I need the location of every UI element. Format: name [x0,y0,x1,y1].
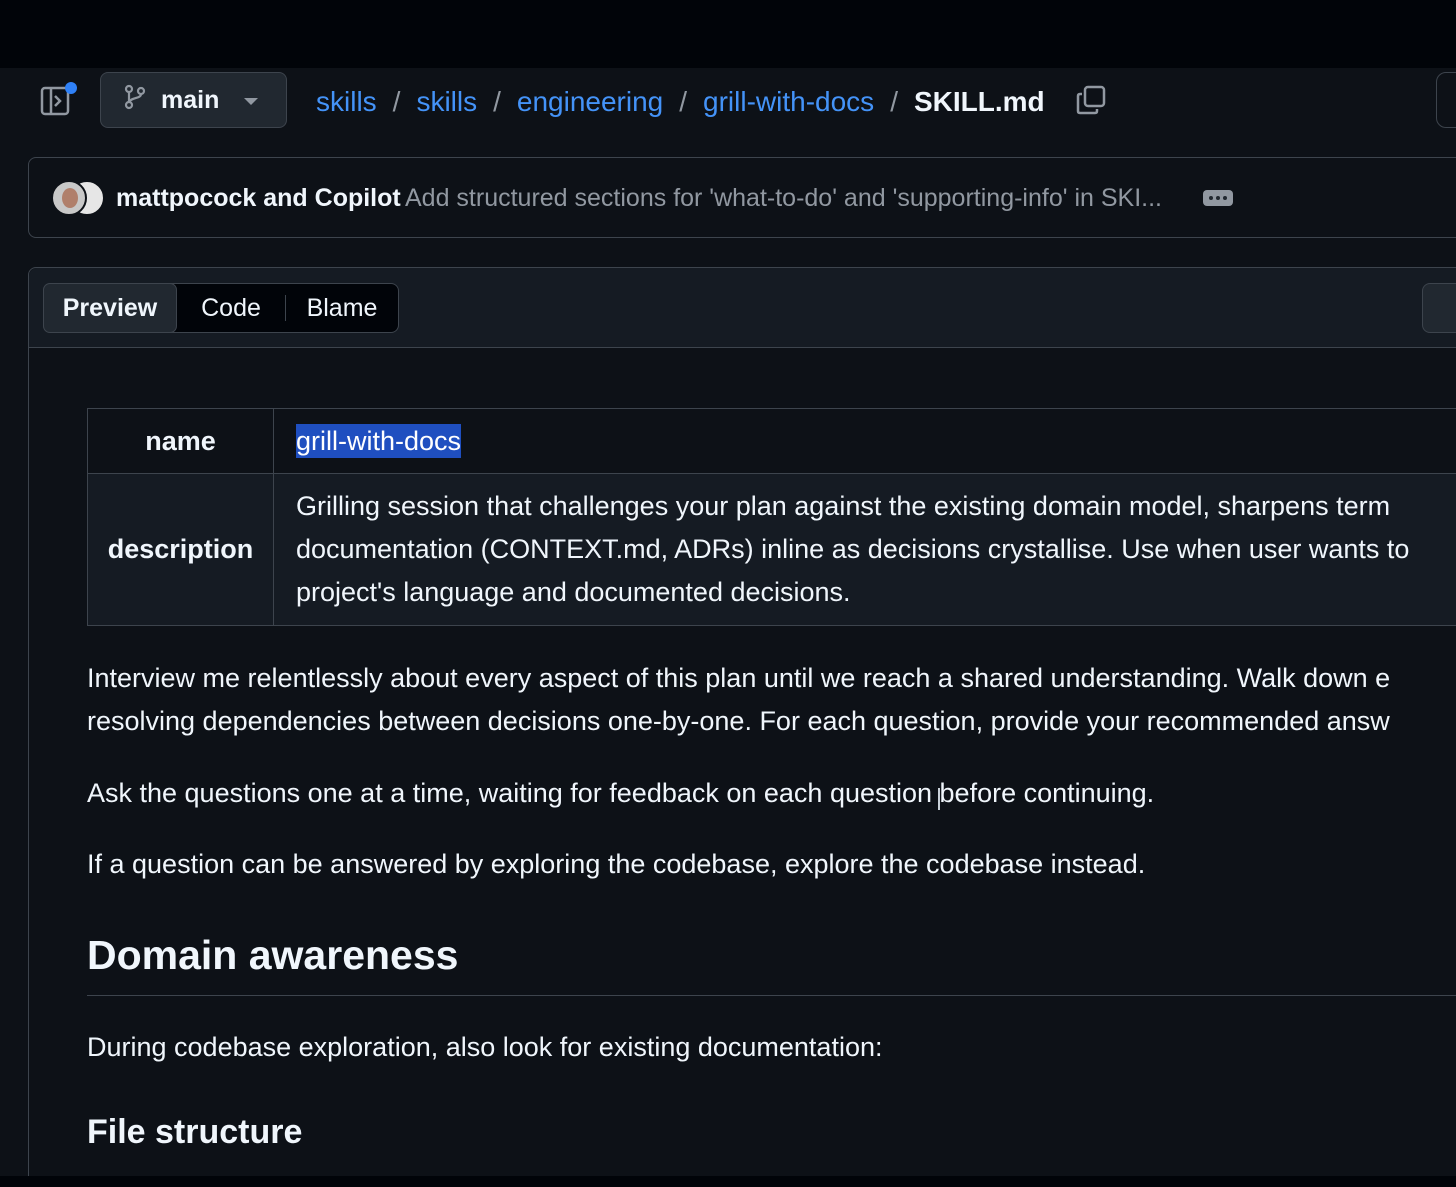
breadcrumb-link-grill-with-docs[interactable]: grill-with-docs [703,86,874,118]
paragraph-ask-questions: Ask the questions one at a time, waiting… [87,778,1155,808]
branch-name: main [161,85,220,114]
tab-blame[interactable]: Blame [286,284,398,332]
breadcrumb-separator: / [392,86,401,117]
chevron-down-icon [244,98,258,105]
description-line: documentation (CONTEXT.md, ADRs) inline … [296,534,1410,564]
copy-icon[interactable] [1075,84,1107,116]
sidebar-toggle-icon[interactable] [40,82,77,116]
notification-dot [65,82,77,94]
table-row: name grill-with-docs [87,408,1456,474]
heading-domain-awareness: Domain awareness [87,932,459,978]
paragraph-explore-codebase: If a question can be answered by explori… [87,849,1146,879]
file-actions-button[interactable] [1436,72,1456,128]
breadcrumb-link-engineering[interactable]: engineering [517,86,663,118]
text-cursor [938,788,940,810]
selected-text[interactable]: grill-with-docs [296,423,462,458]
commit-avatars[interactable] [51,180,105,218]
breadcrumb-separator: / [890,86,898,117]
tab-preview[interactable]: Preview [43,283,177,333]
view-mode-tabs: Preview Code Blame [43,283,399,333]
file-panel: Preview Code Blame name grill-with-docs … [28,267,1456,1187]
breadcrumb-separator: / [493,86,501,117]
tab-code[interactable]: Code [177,284,285,332]
file-header: Preview Code Blame [29,268,1456,348]
breadcrumb-separator: / [679,86,688,117]
paragraph-line: Interview me relentlessly about every as… [87,663,1391,693]
symbols-panel-button[interactable] [1422,283,1456,333]
commit-message[interactable]: Add structured sections for 'what-to-do'… [405,184,1162,213]
breadcrumb-link-skills[interactable]: skills [416,86,477,118]
description-line: Grilling session that challenges your pl… [296,491,1391,521]
heading-file-structure: File structure [87,1113,303,1151]
table-row: description Grilling session that challe… [87,473,1456,626]
frontmatter-value-name[interactable]: grill-with-docs [273,408,1456,474]
breadcrumb: skills / skills / engineering / grill-wi… [316,82,1045,122]
top-bar [0,0,1456,68]
breadcrumb-link-skills-root[interactable]: skills [316,86,377,118]
frontmatter-key-description: description [87,473,274,626]
branch-selector-button[interactable]: main [100,72,287,128]
heading-divider [87,995,1456,996]
paragraph-interview: Interview me relentlessly about every as… [87,657,1390,743]
commit-authors[interactable]: mattpocock and Copilot [116,184,401,213]
git-branch-icon [123,84,147,117]
avatar [51,180,87,216]
description-line: project's language and documented decisi… [296,577,851,607]
paragraph-line: resolving dependencies between decisions… [87,706,1390,736]
ellipsis-icon[interactable] [1203,190,1233,206]
paragraph-codebase-exploration: During codebase exploration, also look f… [87,1032,883,1062]
frontmatter-table: name grill-with-docs description Grillin… [87,408,1456,626]
frontmatter-value-description[interactable]: Grilling session that challenges your pl… [273,473,1456,626]
frontmatter-key-name: name [87,408,274,474]
latest-commit-box: mattpocock and Copilot Add structured se… [28,157,1456,238]
bottom-bar [0,1176,1456,1187]
current-file-name: SKILL.md [913,86,1045,117]
